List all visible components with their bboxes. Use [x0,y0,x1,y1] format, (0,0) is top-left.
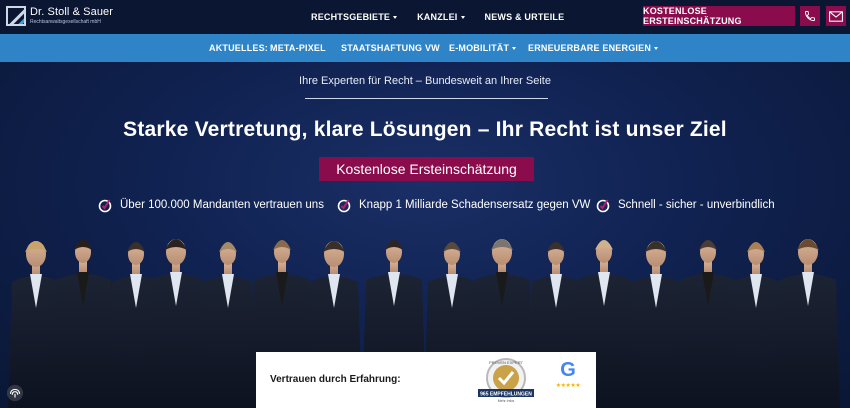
subnav-item-meta-pixel[interactable]: META-PIXEL [270,43,326,53]
check-circle-icon [98,199,112,213]
bullet-item: Knapp 1 Milliarde Schadensersatz gegen V… [337,197,590,213]
bullet-item: Über 100.000 Mandanten vertrauen uns [98,197,324,213]
svg-text:PROVEN EXPERT: PROVEN EXPERT [489,360,523,365]
trust-label: Vertrauen durch Erfahrung: [270,374,401,385]
bullet-item: Schnell - sicher - unverbindlich [596,197,775,213]
proven-expert-seal-icon[interactable]: 965 EMPFEHLUNGEN PROVEN EXPERT Mehr Info… [474,356,538,404]
subnav-item-erneuerbare-energien[interactable]: ERNEUERBARE ENERGIEN [528,43,659,53]
logo-mark-icon [6,6,26,26]
main-nav: RECHTSGEBIETE KANZLEI NEWS & URTEILE [311,0,584,34]
chevron-down-icon [393,15,398,19]
subnav-label: AKTUELLES: [209,43,268,53]
chevron-down-icon [460,15,465,19]
hero-headline: Starke Vertretung, klare Lösungen – Ihr … [123,118,727,141]
free-assessment-button-header[interactable]: KOSTENLOSE ERSTEINSCHÄTZUNG [643,6,795,26]
rating-stars: ★★★★★ [555,383,581,389]
mail-button[interactable] [826,6,846,26]
nav-item-rechtsgebiete[interactable]: RECHTSGEBIETE [311,12,398,22]
phone-icon [805,11,815,21]
logo[interactable]: Dr. Stoll & Sauer Rechtsanwaltsgesellsch… [6,6,113,26]
chevron-down-icon [512,46,517,50]
trust-box: Vertrauen durch Erfahrung: 965 EMPFEHLUN… [256,352,596,408]
subnav-item-staatshaftung-vw[interactable]: STAATSHAFTUNG VW [341,43,440,53]
subnav-item-e-mobilitaet[interactable]: E-MOBILITÄT [449,43,517,53]
svg-text:Mehr Infos: Mehr Infos [498,399,515,403]
google-rating-badge[interactable]: G ★★★★★ [554,360,582,394]
phone-button[interactable] [800,6,820,26]
fingerprint-icon[interactable] [6,384,24,402]
check-circle-icon [337,199,351,213]
logo-subtitle: Rechtsanwaltsgesellschaft mbH [30,19,101,25]
top-header: Dr. Stoll & Sauer Rechtsanwaltsgesellsch… [0,0,850,34]
mail-icon [829,10,843,22]
hero-bullets: Über 100.000 Mandanten vertrauen uns Kna… [0,197,850,215]
nav-item-news-urteile[interactable]: NEWS & URTEILE [485,12,565,22]
nav-item-kanzlei[interactable]: KANZLEI [417,12,465,22]
news-subnav: AKTUELLES: META-PIXEL STAATSHAFTUNG VW E… [0,34,850,62]
check-circle-icon [596,199,610,213]
hero-section: Ihre Experten für Recht – Bundesweit an … [0,62,850,408]
svg-text:965 EMPFEHLUNGEN: 965 EMPFEHLUNGEN [480,392,532,398]
tagline-divider [305,98,548,99]
hero-tagline: Ihre Experten für Recht – Bundesweit an … [299,75,551,87]
google-icon: G [560,359,576,381]
chevron-down-icon [654,46,659,50]
logo-name: Dr. Stoll & Sauer [30,6,114,18]
free-assessment-button-hero[interactable]: Kostenlose Ersteinschätzung [319,157,534,181]
